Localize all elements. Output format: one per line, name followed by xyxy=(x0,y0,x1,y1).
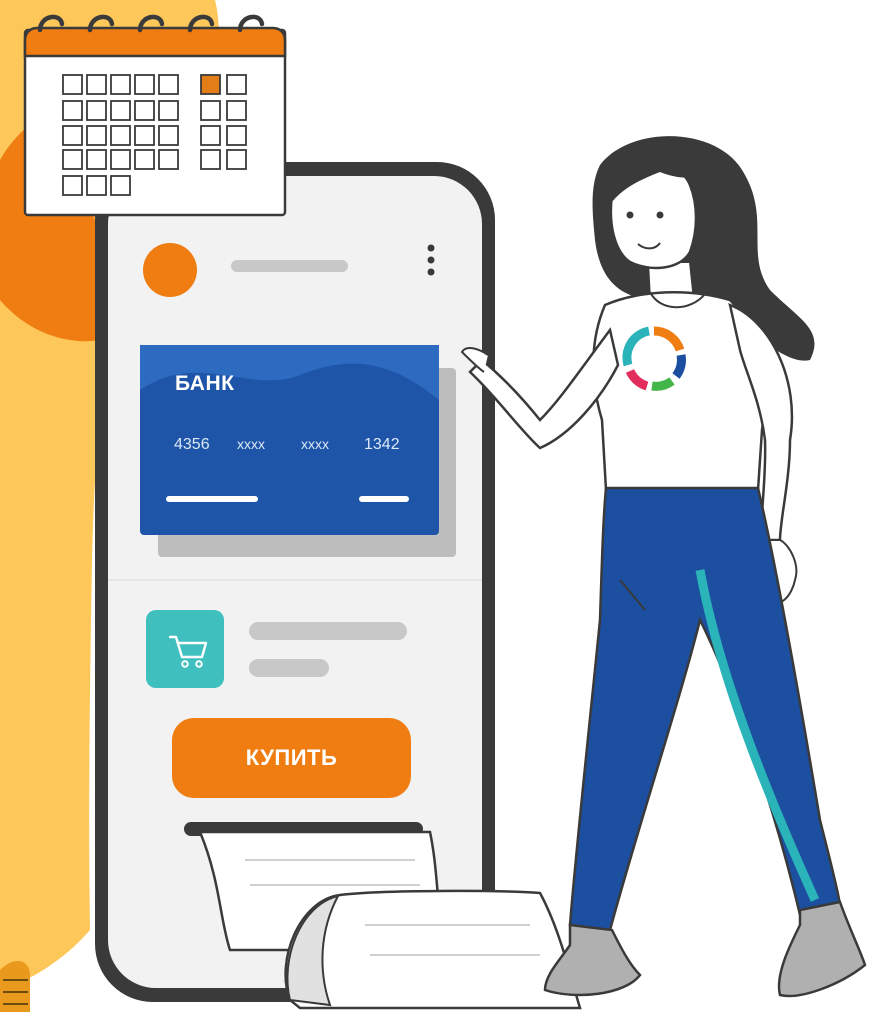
woman-character xyxy=(460,136,867,998)
card-number-group-4: 1342 xyxy=(364,436,400,453)
item-title-bar xyxy=(249,622,407,640)
shopping-cart-icon xyxy=(146,610,224,688)
buy-button[interactable]: КУПИТЬ xyxy=(172,718,411,798)
card-holder-bar xyxy=(166,496,258,502)
card-bank-name: БАНК xyxy=(175,372,235,395)
card-number-group-1: 4356 xyxy=(174,436,210,453)
card-expiry-bar xyxy=(359,496,409,502)
calendar-icon xyxy=(23,14,287,217)
illustration-svg xyxy=(0,0,867,1012)
avatar[interactable] xyxy=(143,243,197,297)
kebab-menu-icon[interactable] xyxy=(416,238,446,282)
item-price-bar xyxy=(249,659,329,677)
card-number-group-2: xxxx xyxy=(237,436,265,452)
username-placeholder-bar xyxy=(231,260,348,272)
illustration-scene xyxy=(0,0,869,1012)
card-number-group-3: xxxx xyxy=(301,436,329,452)
menu-dots xyxy=(427,244,435,276)
